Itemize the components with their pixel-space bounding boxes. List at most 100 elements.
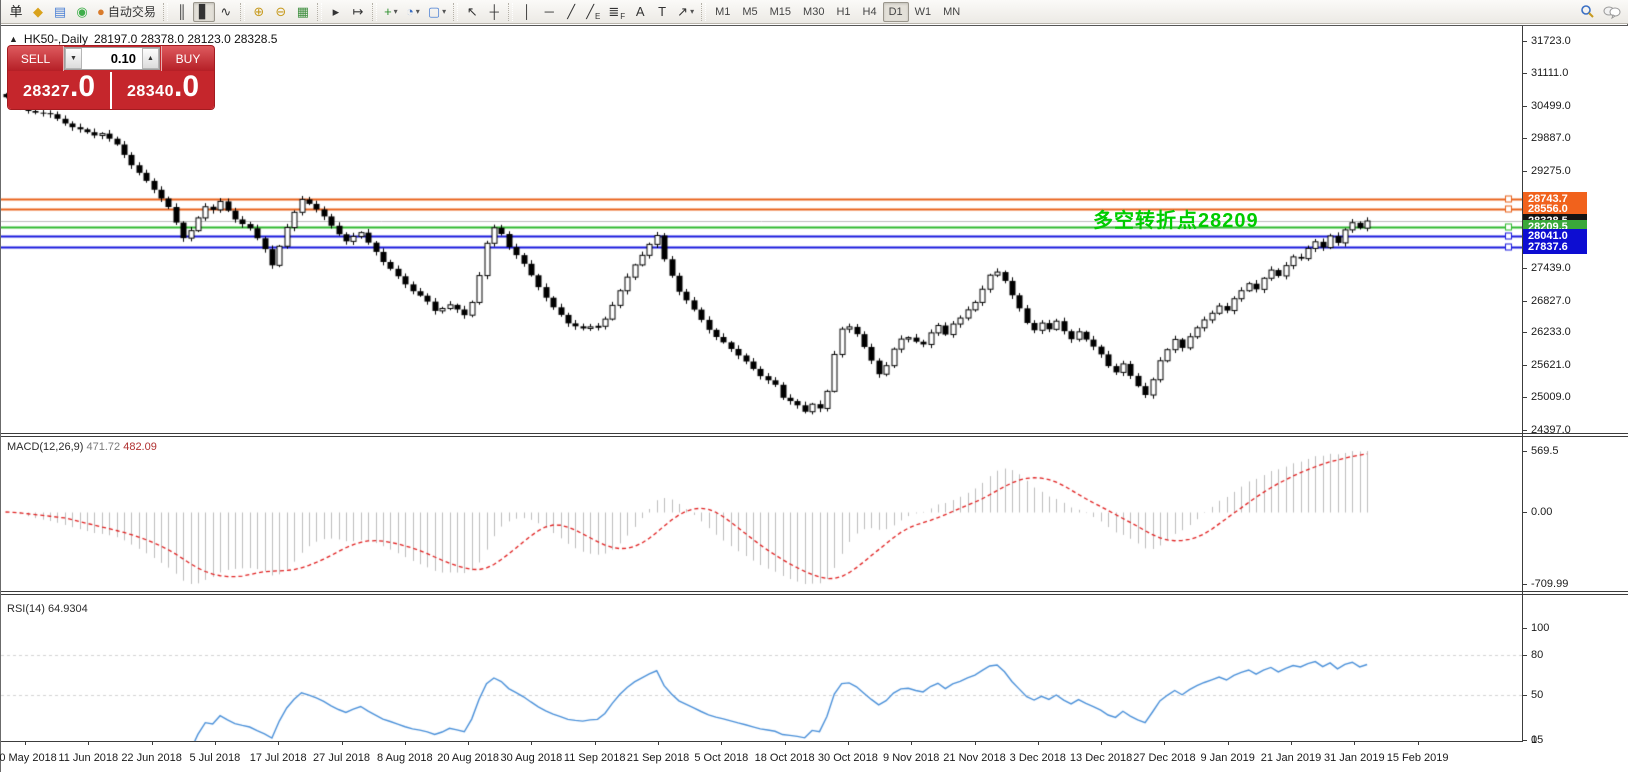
price-tick-label: 30499.0 <box>1531 100 1571 112</box>
chevron-down-icon: ▾ <box>690 7 694 16</box>
timeframe-d1-button[interactable]: D1 <box>883 2 909 22</box>
price-chart-canvas[interactable] <box>1 26 1522 433</box>
timeframe-mn-button[interactable]: MN <box>937 2 966 22</box>
label-button[interactable]: T <box>651 2 673 22</box>
price-tick-label: 26233.0 <box>1531 326 1571 338</box>
buy-price[interactable]: 28340 .0 <box>112 72 214 109</box>
template-icon: ▢ <box>428 5 440 18</box>
date-label: 17 Jul 2018 <box>250 752 307 764</box>
date-label: 30 May 2018 <box>0 752 57 764</box>
timeframe-m15-button[interactable]: M15 <box>764 2 797 22</box>
pane-separator[interactable] <box>1 591 1628 595</box>
equidistant-channel-button[interactable]: ╱E <box>582 2 604 22</box>
horizontal-line-button[interactable]: ─ <box>538 2 560 22</box>
price-tick-label: 29275.0 <box>1531 165 1571 177</box>
collapse-icon[interactable]: ▲ <box>9 34 18 44</box>
date-label: 20 Aug 2018 <box>437 752 499 764</box>
timeframe-m30-button[interactable]: M30 <box>797 2 830 22</box>
timeframe-m1-button[interactable]: M1 <box>709 2 736 22</box>
date-label: 21 Sep 2018 <box>627 752 689 764</box>
signal-button[interactable]: ◉ <box>71 2 93 22</box>
cursor-button[interactable]: ↖ <box>461 2 483 22</box>
line-chart-icon: ∿ <box>220 5 231 18</box>
publish-button[interactable]: ▤ <box>49 2 71 22</box>
toolbar: 单◆▤◉●自动交易║▋∿⊕⊖▦▸↦+▾◔▾▢▾↖┼│─╱╱E≣FAT↗▾M1M5… <box>1 0 1628 24</box>
timeframe-w1-button[interactable]: W1 <box>909 2 938 22</box>
date-label: 22 Jun 2018 <box>121 752 182 764</box>
vertical-line-button[interactable]: │ <box>516 2 538 22</box>
macd-main-value: 471.72 <box>86 441 120 453</box>
date-label: 9 Jan 2019 <box>1200 752 1254 764</box>
rsi-tick-label: 50 <box>1531 689 1543 701</box>
toolbar-separator <box>163 3 168 21</box>
new-order-button[interactable]: 单 <box>5 2 27 22</box>
publish-icon: ▤ <box>54 5 66 18</box>
search-icon <box>1580 4 1595 19</box>
price-tick-label: 31111.0 <box>1531 67 1568 79</box>
arrows-icon: ↗ <box>677 5 688 18</box>
buy-button[interactable]: BUY <box>161 46 214 71</box>
trendline-icon: ╱ <box>567 5 575 18</box>
price-tick-label: 31723.0 <box>1531 35 1571 47</box>
sell-price[interactable]: 28327 .0 <box>8 72 110 109</box>
macd-tick-label: 569.5 <box>1531 445 1559 457</box>
zoom-in-button[interactable]: ⊕ <box>248 2 270 22</box>
horizontal-line-icon: ─ <box>545 5 554 18</box>
rsi-tick-label: 80 <box>1531 649 1543 661</box>
arrows-button[interactable]: ↗▾ <box>673 2 698 22</box>
chart-shift-icon: ↦ <box>352 5 363 18</box>
date-label: 8 Aug 2018 <box>377 752 433 764</box>
timeframe-h1-button[interactable]: H1 <box>830 2 856 22</box>
autotrading-button[interactable]: ●自动交易 <box>93 2 160 22</box>
macd-indicator-canvas[interactable] <box>1 437 1522 591</box>
volume-input[interactable] <box>82 48 142 69</box>
rsi-tick-label: 100 <box>1531 622 1549 634</box>
fibonacci-icon: ≣ <box>608 5 619 18</box>
pivot-annotation[interactable]: 多空转折点28209 <box>1093 204 1259 233</box>
toolbar-right-group <box>1576 2 1625 22</box>
volume-up-button[interactable]: ▲ <box>142 48 159 69</box>
date-label: 3 Dec 2018 <box>1010 752 1066 764</box>
line-price-flag[interactable]: 27837.6 <box>1523 240 1587 254</box>
date-axis-border <box>1 741 1523 742</box>
price-axis-border <box>1522 26 1523 742</box>
date-label: 13 Dec 2018 <box>1070 752 1132 764</box>
rsi-indicator-canvas[interactable] <box>1 596 1522 741</box>
text-icon: A <box>636 5 645 18</box>
template-button[interactable]: ▢▾ <box>424 2 450 22</box>
line-chart-button[interactable]: ∿ <box>215 2 237 22</box>
add-indicator-icon: + <box>384 5 392 18</box>
add-indicator-button[interactable]: +▾ <box>380 2 402 22</box>
auto-scroll-button[interactable]: ▸ <box>325 2 347 22</box>
autotrading-icon: ● <box>97 5 105 18</box>
date-label: 11 Jun 2018 <box>58 752 118 764</box>
signal-icon: ◉ <box>76 5 87 18</box>
text-button[interactable]: A <box>629 2 651 22</box>
date-label: 30 Oct 2018 <box>818 752 878 764</box>
ingot-button[interactable]: ◆ <box>27 2 49 22</box>
pane-separator[interactable] <box>1 433 1628 437</box>
timeframe-h4-button[interactable]: H4 <box>857 2 883 22</box>
timeframe-m5-button[interactable]: M5 <box>736 2 763 22</box>
periods-clock-button[interactable]: ◔▾ <box>402 2 424 22</box>
sell-button[interactable]: SELL <box>8 46 64 71</box>
chart-shift-button[interactable]: ↦ <box>347 2 369 22</box>
date-label: 31 Jan 2019 <box>1324 752 1385 764</box>
ingot-icon: ◆ <box>33 5 43 18</box>
auto-scroll-icon: ▸ <box>333 5 340 18</box>
periods-clock-icon: ◔ <box>406 5 414 18</box>
fibonacci-button[interactable]: ≣F <box>604 2 629 22</box>
chart-window[interactable]: ▲ HK50-,Daily 28197.0 28378.0 28123.0 28… <box>1 25 1628 772</box>
zoom-out-icon: ⊖ <box>275 5 286 18</box>
toolbar-separator <box>453 3 458 21</box>
chat-button[interactable] <box>1599 2 1625 22</box>
date-label: 21 Jan 2019 <box>1261 752 1322 764</box>
zoom-out-button[interactable]: ⊖ <box>270 2 292 22</box>
tile-windows-button[interactable]: ▦ <box>292 2 314 22</box>
trendline-button[interactable]: ╱ <box>560 2 582 22</box>
bar-chart-button[interactable]: ║ <box>171 2 193 22</box>
candlestick-button[interactable]: ▋ <box>193 2 215 22</box>
crosshair-button[interactable]: ┼ <box>483 2 505 22</box>
search-button[interactable] <box>1576 2 1599 22</box>
volume-down-button[interactable]: ▼ <box>65 48 82 69</box>
